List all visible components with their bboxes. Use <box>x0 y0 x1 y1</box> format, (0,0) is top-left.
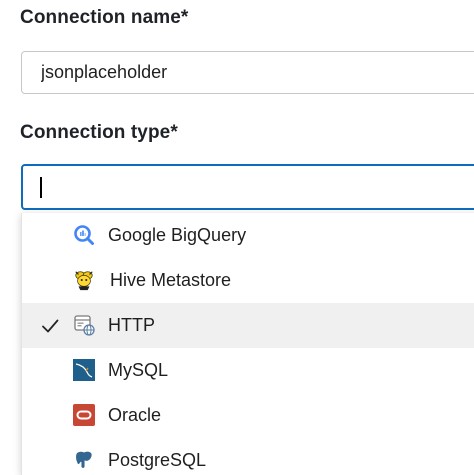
option-label: PostgreSQL <box>108 450 207 470</box>
option-postgresql[interactable]: PostgreSQL <box>22 438 474 475</box>
option-hive-metastore[interactable]: Hive Metastore <box>22 258 474 303</box>
text-caret <box>40 177 42 198</box>
mysql-icon <box>73 359 95 381</box>
connection-type-combobox[interactable] <box>21 164 474 210</box>
connection-type-label: Connection type* <box>20 122 178 143</box>
option-label: MySQL <box>108 360 169 380</box>
option-http[interactable]: HTTP <box>22 303 474 348</box>
connection-name-input[interactable] <box>21 51 474 94</box>
connection-name-label: Connection name* <box>20 7 189 28</box>
oracle-icon <box>73 404 95 426</box>
option-mysql[interactable]: MySQL <box>22 348 474 393</box>
checkmark-icon <box>42 319 59 333</box>
option-label: Oracle <box>108 405 162 425</box>
connection-type-dropdown[interactable]: Google BigQuery Hive Metastore HTTP MySQ… <box>21 213 474 475</box>
http-icon <box>74 315 95 336</box>
option-google-bigquery[interactable]: Google BigQuery <box>22 213 474 258</box>
postgresql-icon <box>75 450 93 469</box>
option-label: HTTP <box>108 315 155 335</box>
hive-icon <box>75 271 93 291</box>
option-label: Google BigQuery <box>108 225 247 245</box>
google-bigquery-icon <box>74 225 94 245</box>
option-label: Hive Metastore <box>110 270 232 290</box>
option-oracle[interactable]: Oracle <box>22 393 474 438</box>
